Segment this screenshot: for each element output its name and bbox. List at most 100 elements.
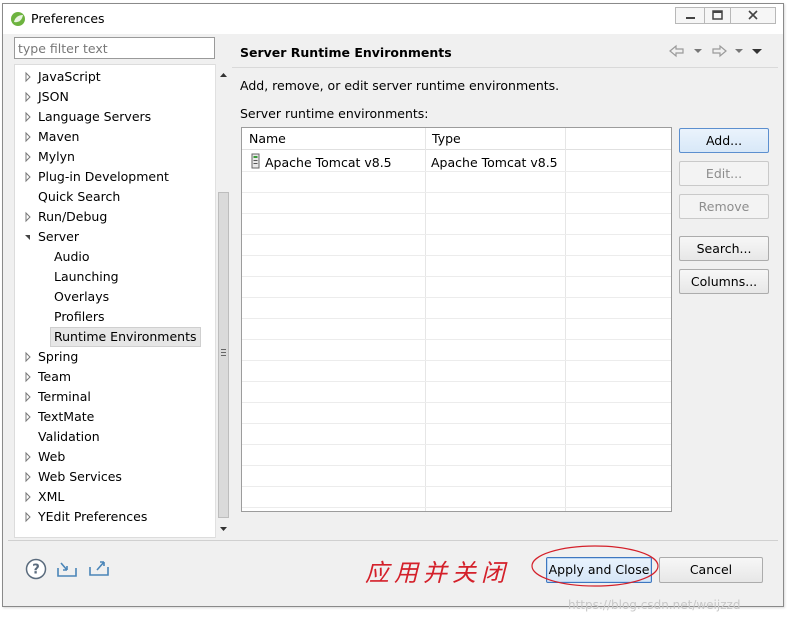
cancel-button[interactable]: Cancel [659, 557, 763, 583]
title-bar: Preferences [3, 4, 783, 34]
collapsed-arrow-icon[interactable] [23, 387, 33, 407]
tree-item-label: Overlays [54, 289, 110, 304]
close-icon [748, 10, 758, 20]
collapsed-arrow-icon[interactable] [23, 507, 33, 527]
scroll-up-icon[interactable] [216, 68, 231, 82]
list-caption: Server runtime environments: [240, 106, 429, 121]
tree-item[interactable]: TextMate [15, 407, 215, 427]
table-header: Name Type [242, 128, 671, 150]
columns-button[interactable]: Columns... [679, 269, 769, 294]
scroll-down-icon[interactable] [216, 522, 231, 536]
import-icon[interactable] [56, 560, 78, 578]
view-menu-icon[interactable] [751, 43, 763, 59]
tree-item-label: Quick Search [38, 189, 121, 204]
tree-item[interactable]: Profilers [15, 307, 215, 327]
window-title: Preferences [31, 11, 105, 26]
collapsed-arrow-icon[interactable] [23, 87, 33, 107]
svg-text:?: ? [32, 563, 40, 578]
collapsed-arrow-icon[interactable] [23, 167, 33, 187]
server-icon [251, 153, 260, 169]
tree-item[interactable]: Web Services [15, 467, 215, 487]
tree-item-label: TextMate [38, 409, 95, 424]
row-line [242, 444, 671, 445]
cell-type: Apache Tomcat v8.5 [431, 155, 558, 170]
tree-item[interactable]: Team [15, 367, 215, 387]
column-header-name[interactable]: Name [242, 128, 425, 150]
back-dropdown-icon[interactable] [693, 43, 703, 59]
collapsed-arrow-icon[interactable] [23, 487, 33, 507]
tree-item[interactable]: Maven [15, 127, 215, 147]
row-line [242, 276, 671, 277]
add-button[interactable]: Add... [679, 128, 769, 153]
tree-item-label: JSON [38, 89, 69, 104]
row-line [242, 213, 671, 214]
page-title: Server Runtime Environments [240, 45, 452, 60]
tree-item-label: Profilers [54, 309, 105, 324]
back-arrow-icon[interactable] [668, 43, 686, 59]
row-line [242, 402, 671, 403]
tree-item[interactable]: Spring [15, 347, 215, 367]
grip-icon [221, 349, 226, 356]
tree-item[interactable]: Run/Debug [15, 207, 215, 227]
tree-item-label: Maven [38, 129, 80, 144]
row-line [242, 360, 671, 361]
help-icon[interactable]: ? [25, 558, 47, 580]
tree-item[interactable]: Overlays [15, 287, 215, 307]
filter-input[interactable] [14, 37, 215, 59]
export-icon[interactable] [88, 559, 110, 577]
collapsed-arrow-icon[interactable] [23, 467, 33, 487]
tree-item[interactable]: Audio [15, 247, 215, 267]
column-header-type[interactable]: Type [425, 128, 565, 150]
tree-item[interactable]: Launching [15, 267, 215, 287]
column-separator [425, 128, 426, 511]
tree-item-label: Terminal [38, 389, 91, 404]
search-button[interactable]: Search... [679, 236, 769, 261]
collapsed-arrow-icon[interactable] [23, 407, 33, 427]
maximize-button[interactable] [704, 7, 731, 24]
collapsed-arrow-icon[interactable] [23, 347, 33, 367]
cell-name: Apache Tomcat v8.5 [265, 155, 392, 170]
forward-arrow-icon[interactable] [710, 43, 728, 59]
edit-button[interactable]: Edit... [679, 161, 769, 186]
close-button[interactable] [730, 7, 776, 24]
collapsed-arrow-icon[interactable] [23, 207, 33, 227]
apply-and-close-button[interactable]: Apply and Close [546, 557, 652, 583]
collapsed-arrow-icon[interactable] [23, 147, 33, 167]
tree-item[interactable]: XML [15, 487, 215, 507]
tree-item[interactable]: JSON [15, 87, 215, 107]
tree-scrollbar[interactable] [215, 64, 230, 538]
collapsed-arrow-icon[interactable] [23, 107, 33, 127]
tree-item-label: Server [38, 229, 79, 244]
row-line [242, 318, 671, 319]
tree-item[interactable]: Plug-in Development [15, 167, 215, 187]
collapsed-arrow-icon[interactable] [23, 367, 33, 387]
tree-item[interactable]: Runtime Environments [15, 327, 215, 347]
collapsed-arrow-icon[interactable] [23, 447, 33, 467]
tree-item[interactable]: Mylyn [15, 147, 215, 167]
tree-item-label: Web [38, 449, 66, 464]
remove-button[interactable]: Remove [679, 194, 769, 219]
tree-item[interactable]: Language Servers [15, 107, 215, 127]
tree-item[interactable]: Terminal [15, 387, 215, 407]
tree-item-label: JavaScript [38, 69, 101, 84]
tree-item[interactable]: JavaScript [15, 67, 215, 87]
tree-item[interactable]: YEdit Preferences [15, 507, 215, 527]
tree-item-label: Spring [38, 349, 79, 364]
row-line [242, 486, 671, 487]
row-line [242, 192, 671, 193]
tree-item[interactable]: Validation [15, 427, 215, 447]
tree-item-label: Audio [54, 249, 90, 264]
scrollbar-thumb[interactable] [218, 192, 229, 518]
tree-item[interactable]: Quick Search [15, 187, 215, 207]
tree-item[interactable]: Server [15, 227, 215, 247]
tree-item-label: Language Servers [38, 109, 152, 124]
minimize-button[interactable] [675, 7, 705, 24]
row-line [242, 234, 671, 235]
forward-dropdown-icon[interactable] [734, 43, 744, 59]
spring-leaf-icon [11, 12, 25, 26]
collapsed-arrow-icon[interactable] [23, 127, 33, 147]
collapsed-arrow-icon[interactable] [23, 67, 33, 87]
runtime-environments-table[interactable]: Name Type Apache Tomcat v8.5 Apache Tomc… [241, 127, 672, 512]
tree-item[interactable]: Web [15, 447, 215, 467]
expanded-arrow-icon[interactable] [23, 227, 33, 247]
